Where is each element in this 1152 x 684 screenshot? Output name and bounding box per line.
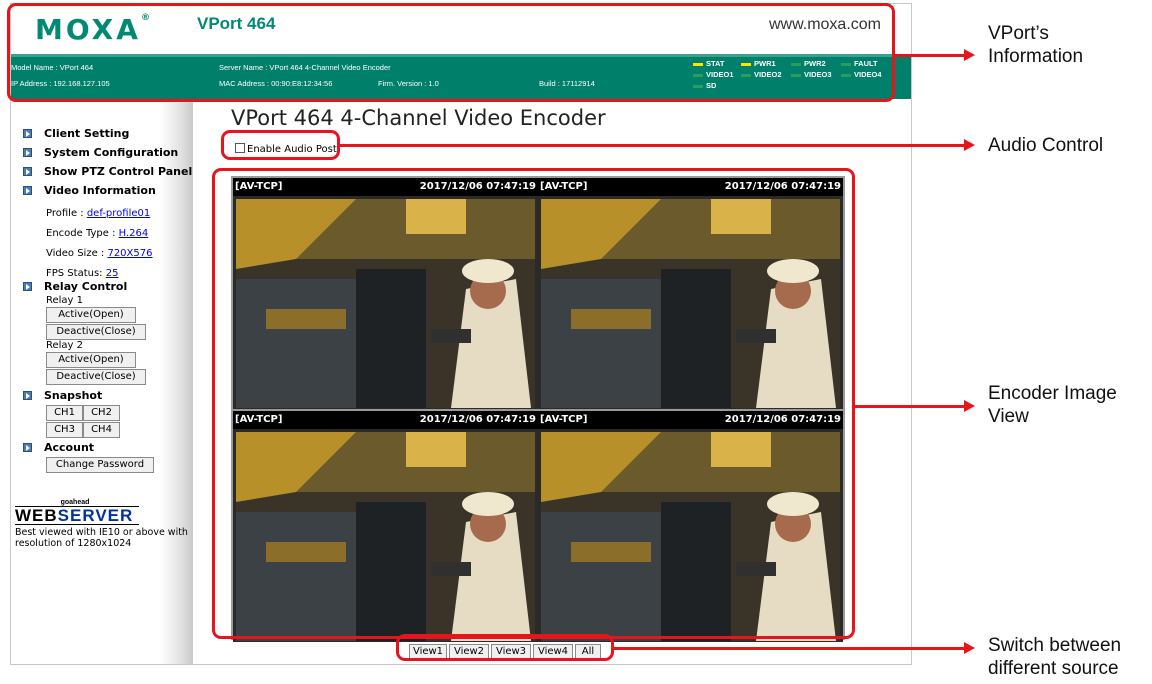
callout-encoder-view: Encoder Image View (988, 382, 1117, 428)
page-title: VPort 464 4-Channel Video Encoder (231, 106, 606, 130)
callout-encoder-view-line2: View (988, 406, 1029, 427)
profile-link[interactable]: def-profile01 (87, 208, 150, 219)
callout-audio-control: Audio Control (988, 135, 1104, 156)
fps-status-link[interactable]: 25 (106, 268, 119, 279)
relay1-label: Relay 1 (46, 295, 84, 306)
video-size-link[interactable]: 720X576 (107, 248, 152, 259)
profile-line: Profile : def-profile01 (46, 208, 150, 219)
relay1-active-button[interactable]: Active(Open) (46, 307, 136, 323)
snapshot-ch1-button[interactable]: CH1 (46, 405, 83, 421)
menu-account[interactable]: Account (23, 441, 94, 454)
expand-arrow-icon (23, 443, 32, 452)
change-password-button[interactable]: Change Password (46, 457, 154, 473)
menu-snapshot-label: Snapshot (44, 389, 103, 402)
encode-type-link[interactable]: H.264 (119, 228, 149, 239)
arrow-view-switch-icon (964, 642, 975, 654)
encode-type-line: Encode Type : H.264 (46, 228, 148, 239)
goahead-web-text: WEB (15, 506, 58, 525)
highlight-vport-info (7, 3, 895, 102)
connector-encoder-view (855, 405, 964, 408)
relay2-label: Relay 2 (46, 340, 84, 351)
relay1-deactive-button[interactable]: Deactive(Close) (46, 324, 146, 340)
video-size-label: Video Size : (46, 248, 108, 259)
menu-relay-control-label: Relay Control (44, 280, 128, 293)
snapshot-ch4-button[interactable]: CH4 (83, 422, 120, 438)
snapshot-ch3-button[interactable]: CH3 (46, 422, 83, 438)
encode-type-label: Encode Type : (46, 228, 119, 239)
highlight-audio-control (221, 130, 340, 160)
expand-arrow-icon (23, 148, 32, 157)
arrow-encoder-view-icon (964, 400, 975, 412)
menu-relay-control[interactable]: Relay Control (23, 280, 127, 293)
connector-vport-info (895, 54, 964, 57)
goahead-server-text: SERVER (57, 506, 134, 525)
expand-arrow-icon (23, 129, 32, 138)
expand-arrow-icon (23, 167, 32, 176)
menu-snapshot[interactable]: Snapshot (23, 389, 102, 402)
arrow-audio-control-icon (964, 139, 975, 151)
menu-system-configuration[interactable]: System Configuration (23, 146, 178, 159)
menu-client-setting[interactable]: Client Setting (23, 127, 129, 140)
menu-video-information[interactable]: Video Information (23, 184, 156, 197)
highlight-encoder-view (212, 168, 855, 639)
callout-vport-info-line2: Information (988, 46, 1084, 67)
relay2-active-button[interactable]: Active(Open) (46, 352, 136, 368)
callout-view-switch-line1: Switch between (988, 635, 1122, 656)
menu-account-label: Account (44, 441, 95, 454)
sidebar: Client Setting System Configuration Show… (11, 99, 193, 664)
menu-video-information-label: Video Information (44, 184, 156, 197)
expand-arrow-icon (23, 186, 32, 195)
highlight-view-switch (396, 634, 614, 661)
relay2-deactive-button[interactable]: Deactive(Close) (46, 369, 146, 385)
callout-view-switch: Switch between different source (988, 634, 1121, 680)
menu-show-ptz-label: Show PTZ Control Panel (44, 165, 193, 178)
callout-vport-info-line1: VPort’s (988, 23, 1049, 44)
fps-status-line: FPS Status: 25 (46, 268, 118, 279)
connector-audio-control (340, 144, 964, 147)
callout-view-switch-line2: different source (988, 658, 1119, 679)
expand-arrow-icon (23, 391, 32, 400)
menu-show-ptz[interactable]: Show PTZ Control Panel (23, 165, 192, 178)
goahead-small-text: goahead (60, 499, 90, 506)
snapshot-ch2-button[interactable]: CH2 (83, 405, 120, 421)
menu-client-setting-label: Client Setting (44, 127, 130, 140)
callout-vport-info: VPort’s Information (988, 22, 1083, 68)
fps-status-label: FPS Status: (46, 268, 106, 279)
menu-system-configuration-label: System Configuration (44, 146, 179, 159)
video-size-line: Video Size : 720X576 (46, 248, 152, 259)
goahead-webserver-logo: goahead WEBSERVER (15, 499, 139, 525)
arrow-vport-info-icon (964, 49, 975, 61)
best-viewed-note: Best viewed with IE10 or above with reso… (15, 527, 188, 549)
callout-encoder-view-line1: Encoder Image (988, 383, 1117, 404)
profile-label: Profile : (46, 208, 87, 219)
connector-view-switch (614, 647, 964, 650)
expand-arrow-icon (23, 282, 32, 291)
